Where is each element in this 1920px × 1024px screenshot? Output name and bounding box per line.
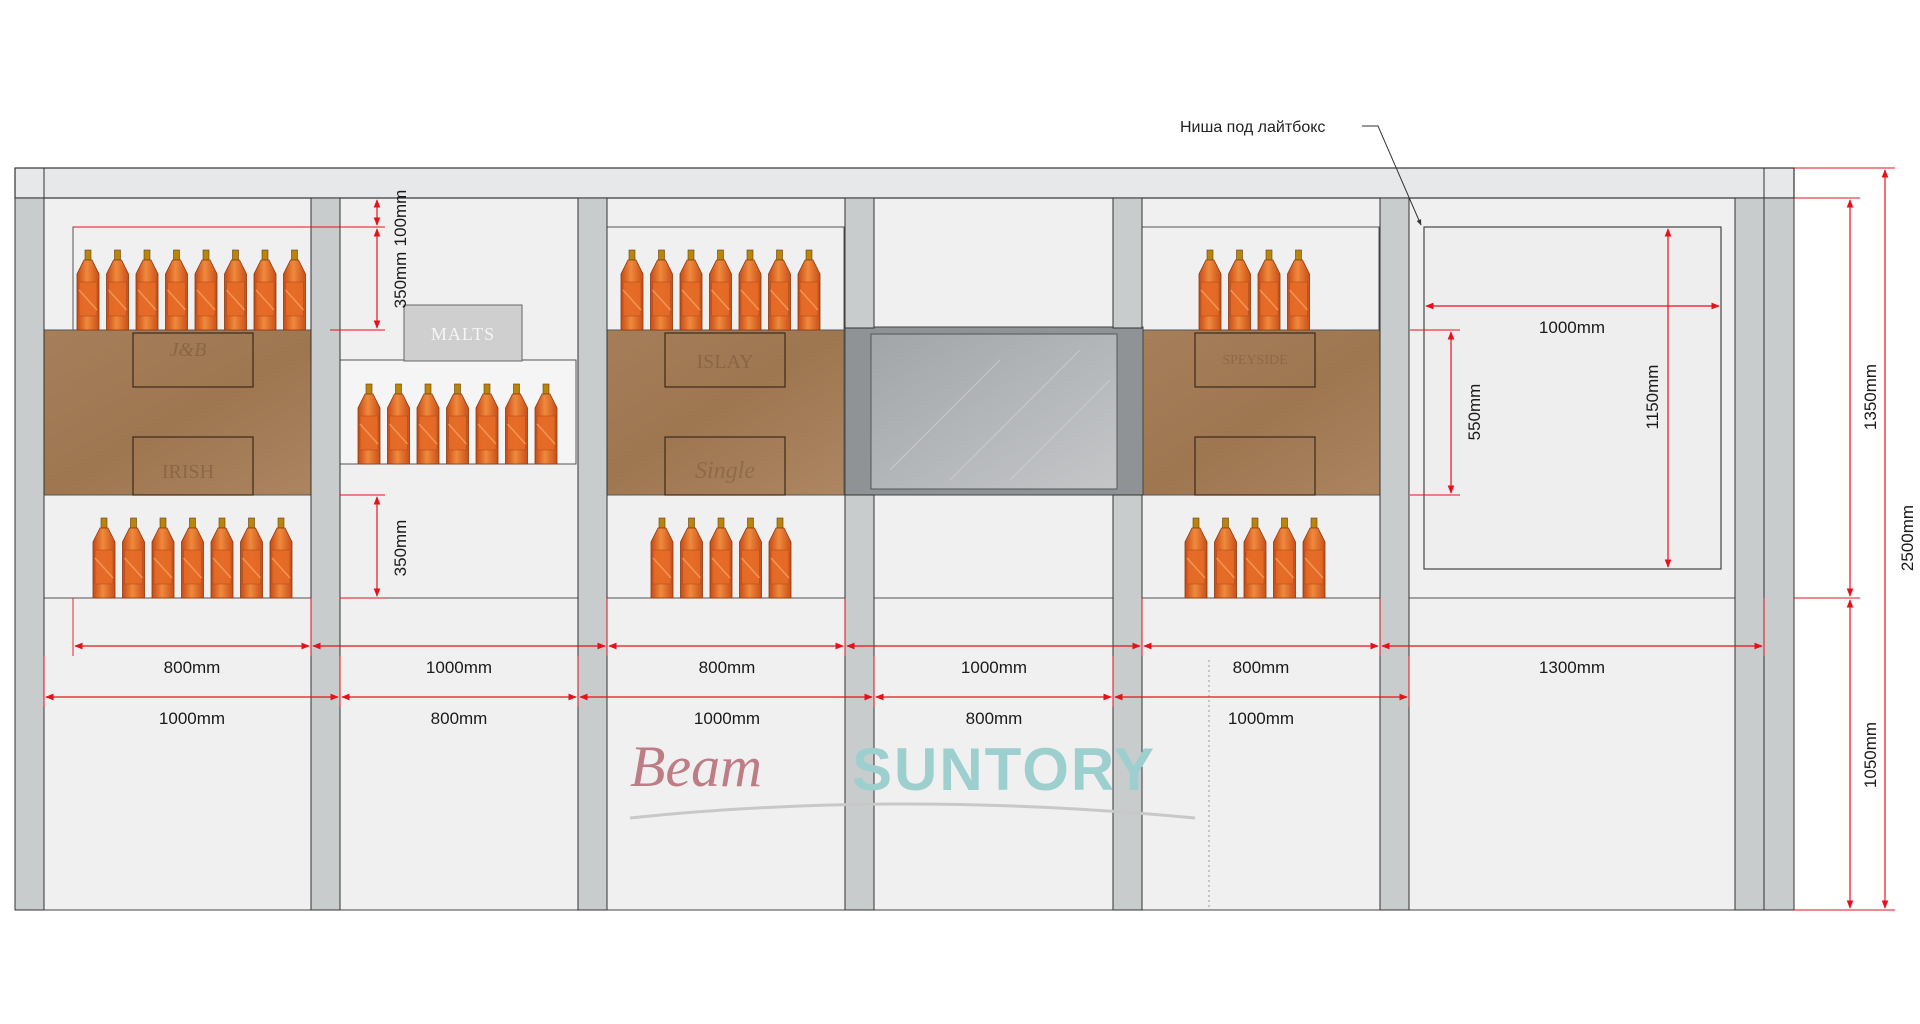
- dim-lightbox-1000: 1000mm: [1539, 318, 1605, 337]
- dim-row2-2: 1000mm: [694, 709, 760, 728]
- dim-top-350: 350mm: [391, 252, 410, 309]
- dim-row1-3: 1000mm: [961, 658, 1027, 677]
- dim-lower-350: 350mm: [391, 520, 410, 577]
- logo-suntory: SUNTORY: [852, 736, 1156, 803]
- dim-row1-1: 1000mm: [426, 658, 492, 677]
- panel-label-jb: J&B: [170, 339, 207, 361]
- panel-label-single: Single: [695, 458, 755, 484]
- dim-row2-0: 1000mm: [159, 709, 225, 728]
- dim-row2-4: 1000mm: [1228, 709, 1294, 728]
- callout-text: Ниша под лайтбокс: [1180, 119, 1325, 136]
- dim-total-2500: 2500mm: [1898, 505, 1917, 571]
- dim-top-100: 100mm: [391, 190, 410, 247]
- dim-row2-3: 800mm: [966, 709, 1023, 728]
- dim-row1-0: 800mm: [164, 658, 221, 677]
- panel-label-speyside: SPEYSIDE: [1222, 353, 1287, 368]
- drawing-canvas: J&B IRISH ISLAY Single SPEYSIDE MALTS Be…: [0, 0, 1920, 1019]
- elevation-drawing: J&B IRISH ISLAY Single SPEYSIDE MALTS Be…: [14, 119, 1917, 911]
- dim-niche-550: 550mm: [1465, 384, 1484, 441]
- panel-label-irish: IRISH: [162, 461, 214, 483]
- malts-label: MALTS: [431, 324, 495, 344]
- dim-lightbox-1150: 1150mm: [1643, 365, 1662, 430]
- dim-lower-1050: 1050mm: [1861, 722, 1880, 788]
- logo-beam: Beam: [630, 734, 762, 799]
- top-beam: [14, 167, 1795, 199]
- display-screen: [844, 326, 1144, 496]
- dim-row2-1: 800mm: [431, 709, 488, 728]
- dim-upper-1350: 1350mm: [1861, 364, 1880, 430]
- dim-row1-2: 800mm: [699, 658, 756, 677]
- dim-row1-5: 1300mm: [1539, 658, 1605, 677]
- dim-row1-4: 800mm: [1233, 658, 1290, 677]
- panel-label-islay: ISLAY: [696, 351, 753, 373]
